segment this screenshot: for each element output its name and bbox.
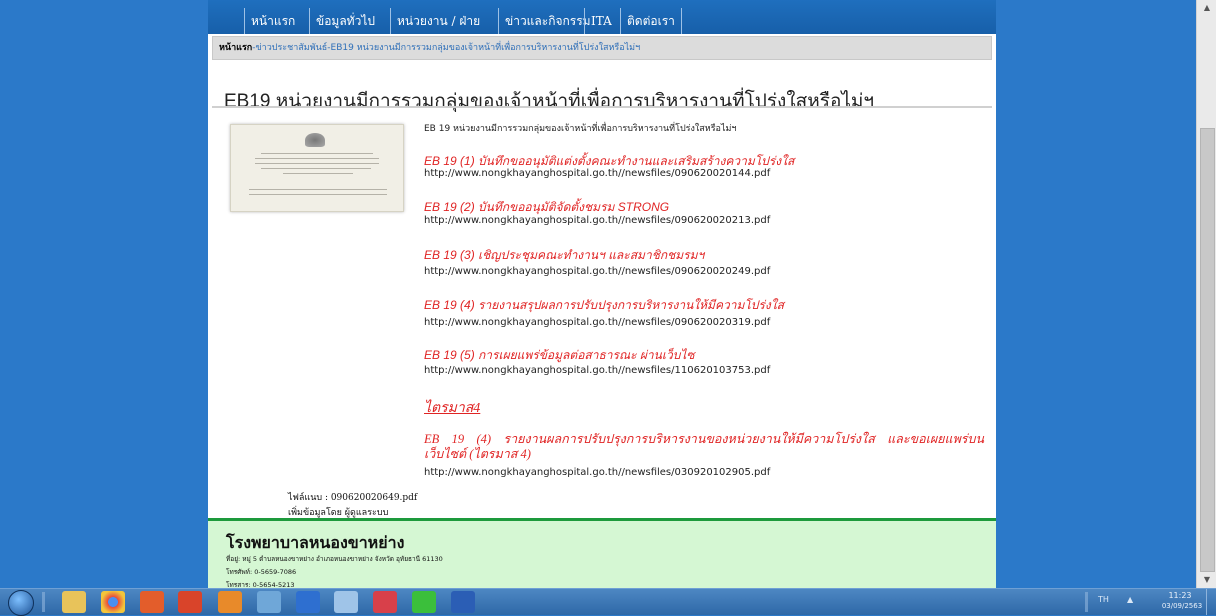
- explorer-icon[interactable]: [62, 591, 86, 613]
- thumb-line: [261, 168, 371, 169]
- footer-address: ที่อยู่: หมู่ 5 ตำบลหนองขาหย่าง อำเภอหนอ…: [226, 555, 443, 563]
- breadcrumb-home[interactable]: หน้าแรก: [213, 43, 252, 53]
- footer-phone: โทรศัพท์: 0-5659-7086: [226, 568, 297, 576]
- nav-item-general-info[interactable]: ข้อมูลทั่วไป: [309, 8, 381, 34]
- doc-link-url[interactable]: http://www.nongkhayanghospital.go.th//ne…: [424, 168, 770, 179]
- show-desktop-button[interactable]: [1206, 589, 1216, 615]
- thumb-line: [249, 189, 387, 190]
- top-navigation: หน้าแรก ข้อมูลทั่วไป หน่วยงาน / ฝ่าย ข่า…: [208, 0, 996, 34]
- nav-item-ita[interactable]: ITA: [584, 8, 618, 34]
- nav-item-home[interactable]: หน้าแรก: [244, 8, 301, 34]
- photos-icon[interactable]: [257, 591, 281, 613]
- doc-link-url[interactable]: http://www.nongkhayanghospital.go.th//ne…: [424, 266, 770, 277]
- clock-date[interactable]: 03/09/2563: [1160, 602, 1204, 610]
- chrome-icon[interactable]: [101, 591, 125, 613]
- breadcrumb-path[interactable]: -ข่าวประชาสัมพันธ์-EB19 หน่วยงานมีการรวม…: [252, 43, 640, 53]
- article-intro: EB 19 หน่วยงานมีการรวมกลุ่มของเจ้าหน้าที…: [424, 124, 737, 134]
- tray-expand-icon[interactable]: ▲: [1127, 595, 1133, 604]
- nav-item-contact[interactable]: ติดต่อเรา: [620, 8, 682, 34]
- medical-app-icon[interactable]: [373, 591, 397, 613]
- language-indicator[interactable]: TH: [1098, 595, 1109, 604]
- taskbar: TH ▲ 11:23 03/09/2563: [0, 588, 1216, 616]
- scroll-down-icon[interactable]: ▼: [1197, 572, 1216, 588]
- calculator-icon[interactable]: [218, 591, 242, 613]
- line-icon[interactable]: [412, 591, 436, 613]
- doc-link-title[interactable]: EB 19 (5) การเผยแพร่ข้อมูลต่อสาธารณะ ผ่า…: [424, 346, 695, 365]
- web-page: หน้าแรก ข้อมูลทั่วไป หน่วยงาน / ฝ่าย ข่า…: [208, 0, 996, 588]
- doc-link-url[interactable]: http://www.nongkhayanghospital.go.th//ne…: [424, 365, 770, 376]
- word-icon[interactable]: [451, 591, 475, 613]
- thumb-line: [255, 163, 379, 164]
- footer-org-name: โรงพยาบาลหนองขาหย่าง: [226, 533, 405, 552]
- thumb-line: [261, 153, 373, 154]
- added-by-label: เพิ่มข้อมูลโดย ผู้ดูแลระบบ: [288, 508, 389, 518]
- doc-link-url[interactable]: http://www.nongkhayanghospital.go.th//ne…: [424, 215, 770, 226]
- doc-link-title[interactable]: EB 19 (4) รายงานผลการปรับปรุงการบริหารงา…: [424, 432, 984, 462]
- title-divider: [212, 106, 992, 108]
- document-thumbnail[interactable]: [230, 124, 404, 212]
- page-title: EB19 หน่วยงานมีการรวมกลุ่มของเจ้าหน้าที่…: [224, 91, 875, 112]
- quarter4-link[interactable]: ไตรมาส4: [424, 397, 480, 419]
- doc-link-title[interactable]: EB 19 (4) รายงานสรุปผลการปรับปรุงการบริห…: [424, 296, 784, 315]
- taskbar-separator: [1085, 592, 1088, 612]
- search-tool-icon[interactable]: [334, 591, 358, 613]
- footer-fax: โทรสาร: 0-5654-5213: [226, 581, 295, 588]
- breadcrumb: หน้าแรก-ข่าวประชาสัมพันธ์-EB19 หน่วยงานม…: [212, 36, 992, 60]
- teamviewer-icon[interactable]: [296, 591, 320, 613]
- vertical-scrollbar[interactable]: ▲ ▼: [1196, 0, 1216, 588]
- thumb-line: [283, 173, 353, 174]
- nav-item-news[interactable]: ข่าวและกิจกรรม: [498, 8, 597, 34]
- nav-item-departments[interactable]: หน่วยงาน / ฝ่าย: [390, 8, 486, 34]
- thumb-line: [249, 194, 387, 195]
- attachment-link[interactable]: ไฟล์แนบ : 090620020649.pdf: [288, 490, 417, 504]
- garuda-emblem-icon: [305, 133, 325, 147]
- doc-link-title[interactable]: EB 19 (3) เชิญประชุมคณะทำงานฯ และสมาชิกช…: [424, 246, 704, 265]
- clock-time[interactable]: 11:23: [1160, 591, 1200, 600]
- doc-link-url[interactable]: http://www.nongkhayanghospital.go.th//ne…: [424, 467, 770, 478]
- start-button[interactable]: [8, 590, 34, 616]
- scroll-up-icon[interactable]: ▲: [1197, 0, 1216, 16]
- pdf-icon[interactable]: [178, 591, 202, 613]
- taskbar-separator: [42, 592, 45, 612]
- scroll-thumb[interactable]: [1200, 128, 1215, 572]
- site-footer: โรงพยาบาลหนองขาหย่าง ที่อยู่: หมู่ 5 ตำบ…: [208, 518, 996, 588]
- office-icon[interactable]: [140, 591, 164, 613]
- thumb-line: [255, 158, 379, 159]
- doc-link-url[interactable]: http://www.nongkhayanghospital.go.th//ne…: [424, 317, 770, 328]
